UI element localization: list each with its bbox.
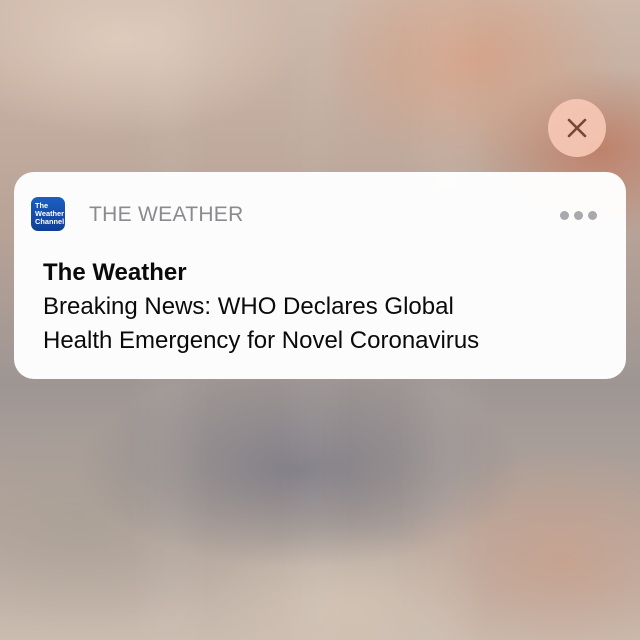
dismiss-button[interactable]	[548, 99, 606, 157]
notification-body: Breaking News: WHO Declares Global Healt…	[43, 290, 613, 358]
more-options-icon	[587, 210, 597, 220]
close-icon	[567, 118, 587, 138]
notification-title: The Weather	[43, 259, 187, 286]
notification-body-line: Breaking News: WHO Declares Global	[43, 293, 454, 320]
notification-banner[interactable]: The Weather Channel THE WEATHER The Weat…	[14, 172, 626, 379]
more-options-icon	[559, 210, 569, 220]
more-options-button[interactable]	[554, 204, 602, 226]
notification-body-line: Health Emergency for Novel Coronavirus	[43, 327, 480, 354]
app-icon-text-line: Channel	[35, 217, 65, 226]
more-options-icon	[573, 210, 583, 220]
weather-channel-app-icon: The Weather Channel	[31, 197, 65, 231]
app-name: THE WEATHER	[89, 203, 244, 226]
